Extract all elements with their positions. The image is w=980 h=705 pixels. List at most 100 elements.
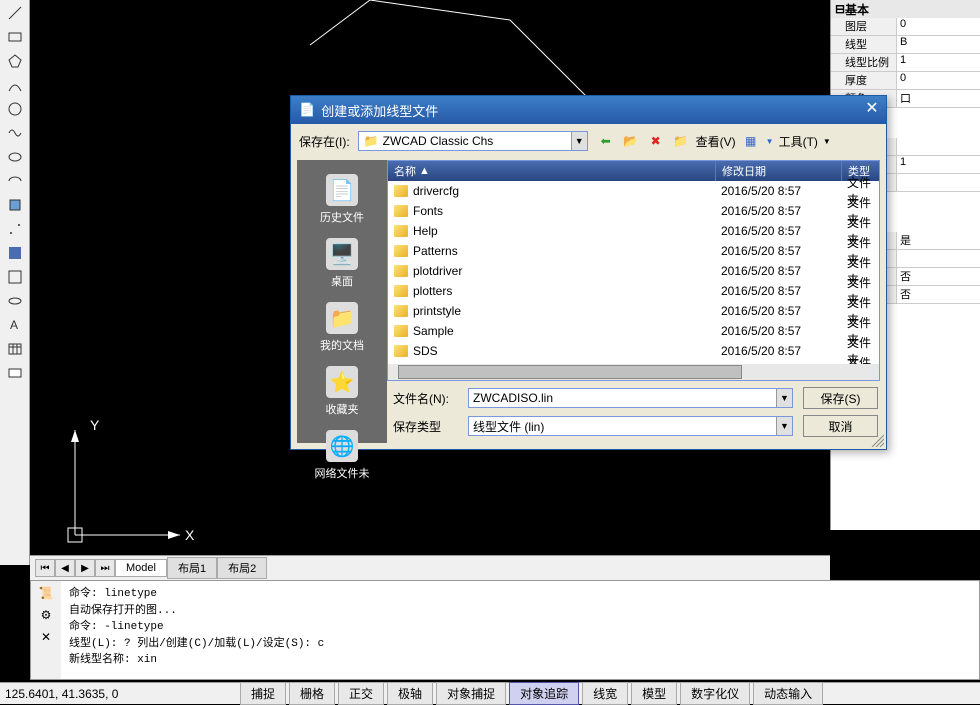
ellipse-tool[interactable]: [3, 146, 27, 168]
pentagon-tool[interactable]: [3, 50, 27, 72]
status-toggle-0[interactable]: 捕捉: [240, 682, 286, 705]
view-grid-icon[interactable]: ▦: [741, 131, 761, 151]
circle-tool[interactable]: [3, 98, 27, 120]
nav-location-item[interactable]: 📁我的文档: [316, 298, 368, 357]
status-toggle-7[interactable]: 模型: [631, 682, 677, 705]
prop-value[interactable]: 否: [896, 268, 980, 285]
point-tool[interactable]: [3, 218, 27, 240]
nav-location-item[interactable]: 🖥️桌面: [322, 234, 362, 293]
prop-value[interactable]: [896, 174, 980, 191]
mtext-tool[interactable]: [3, 362, 27, 384]
status-toggle-8[interactable]: 数字化仪: [680, 682, 750, 705]
dialog-title-bar[interactable]: 📄 创建或添加线型文件 ✕: [291, 96, 886, 124]
dialog-close-button[interactable]: ✕: [862, 100, 882, 120]
filename-label: 文件名(N):: [393, 390, 458, 407]
file-list[interactable]: 名称 ▲ 修改日期 类型 drivercfg2016/5/20 8:57文件夹F…: [387, 160, 880, 381]
status-toggle-9[interactable]: 动态输入: [753, 682, 823, 705]
status-toggle-5[interactable]: 对象追踪: [509, 682, 579, 705]
prop-value[interactable]: 否: [896, 286, 980, 303]
view-menu[interactable]: 查看(V): [696, 133, 736, 150]
nav-location-item[interactable]: ⭐收藏夹: [322, 362, 363, 421]
prop-value[interactable]: B: [896, 36, 980, 53]
cmd-icons: 📜 ⚙ ✕: [31, 581, 61, 679]
file-row[interactable]: plotdriver2016/5/20 8:57文件夹: [388, 261, 879, 281]
spline-tool[interactable]: [3, 122, 27, 144]
tab-layout2[interactable]: 布局2: [217, 557, 267, 579]
scrollbar-thumb[interactable]: [398, 365, 742, 379]
status-toggle-2[interactable]: 正交: [338, 682, 384, 705]
property-row[interactable]: 线型比例1: [831, 54, 980, 72]
prop-value[interactable]: 1: [896, 156, 980, 173]
tools-dropdown-icon[interactable]: ▼: [823, 137, 831, 146]
command-log[interactable]: 命令: linetype 自动保存打开的图... 命令: -linetype 线…: [61, 581, 979, 679]
tab-next[interactable]: ▶: [75, 559, 95, 577]
delete-icon[interactable]: ✖: [646, 131, 666, 151]
tab-prev[interactable]: ◀: [55, 559, 75, 577]
view-dropdown-icon[interactable]: ▼: [766, 137, 774, 146]
ellipse-arc-tool[interactable]: [3, 170, 27, 192]
property-row[interactable]: 图层0: [831, 18, 980, 36]
file-row[interactable]: Patterns2016/5/20 8:57文件夹: [388, 241, 879, 261]
up-icon[interactable]: 📂: [621, 131, 641, 151]
rect-tool[interactable]: [3, 26, 27, 48]
dropdown-icon[interactable]: ▼: [776, 389, 792, 407]
dropdown-icon[interactable]: ▼: [776, 417, 792, 435]
tab-model[interactable]: Model: [115, 559, 167, 577]
tab-first[interactable]: ⏮: [35, 559, 55, 577]
hatch-tool[interactable]: [3, 242, 27, 264]
nav-location-item[interactable]: 🌐网络文件未: [311, 426, 374, 485]
col-name[interactable]: 名称 ▲: [388, 161, 715, 181]
file-date: 2016/5/20 8:57: [715, 184, 841, 198]
cmd-line: 命令: linetype: [69, 586, 971, 603]
file-row[interactable]: Fonts2016/5/20 8:57文件夹: [388, 201, 879, 221]
new-folder-icon[interactable]: 📁: [671, 131, 691, 151]
prop-value[interactable]: 口: [896, 90, 980, 107]
region-tool[interactable]: [3, 290, 27, 312]
arc-tool[interactable]: [3, 74, 27, 96]
save-in-combo[interactable]: 📁 ZWCAD Classic Chs ▼: [358, 131, 588, 151]
file-row[interactable]: printstyle2016/5/20 8:57文件夹: [388, 301, 879, 321]
prop-value[interactable]: [896, 250, 980, 267]
horizontal-scrollbar[interactable]: [388, 364, 879, 380]
file-row[interactable]: Sample2016/5/20 8:57文件夹: [388, 321, 879, 341]
prop-key: 线型: [831, 36, 896, 53]
prop-value[interactable]: 0: [896, 72, 980, 89]
tab-layout1[interactable]: 布局1: [167, 557, 217, 579]
folder-icon: [394, 345, 408, 357]
nav-location-item[interactable]: 📄历史文件: [316, 170, 368, 229]
property-row[interactable]: 厚度0: [831, 72, 980, 90]
prop-value[interactable]: 1: [896, 54, 980, 71]
property-row[interactable]: 线型B: [831, 36, 980, 54]
cmd-close-icon[interactable]: ✕: [41, 630, 51, 644]
prop-value[interactable]: 0: [896, 18, 980, 35]
status-toggle-4[interactable]: 对象捕捉: [436, 682, 506, 705]
file-row[interactable]: plotters2016/5/20 8:57文件夹: [388, 281, 879, 301]
cancel-button[interactable]: 取消: [803, 415, 878, 437]
status-toggle-3[interactable]: 极轴: [387, 682, 433, 705]
tab-last[interactable]: ⏭: [95, 559, 115, 577]
file-date: 2016/5/20 8:57: [715, 264, 841, 278]
back-icon[interactable]: ⬅: [596, 131, 616, 151]
status-toggle-6[interactable]: 线宽: [582, 682, 628, 705]
cmd-options-icon[interactable]: ⚙: [41, 608, 52, 622]
filename-input[interactable]: ZWCADISO.lin ▼: [468, 388, 793, 408]
file-date: 2016/5/20 8:57: [715, 224, 841, 238]
gradient-tool[interactable]: [3, 266, 27, 288]
text-tool[interactable]: A: [3, 314, 27, 336]
file-row[interactable]: Help2016/5/20 8:57文件夹: [388, 221, 879, 241]
file-row[interactable]: drivercfg2016/5/20 8:57文件夹: [388, 181, 879, 201]
file-row[interactable]: SDS2016/5/20 8:57文件夹: [388, 341, 879, 361]
resize-grip[interactable]: [870, 433, 884, 447]
col-date[interactable]: 修改日期: [715, 161, 841, 181]
prop-value[interactable]: [896, 138, 980, 155]
ref-tool[interactable]: [3, 194, 27, 216]
save-button[interactable]: 保存(S): [803, 387, 878, 409]
tools-menu[interactable]: 工具(T): [779, 133, 818, 150]
prop-section-basic[interactable]: ⊟ 基本: [831, 0, 980, 18]
prop-value[interactable]: 是: [896, 232, 980, 249]
filetype-combo[interactable]: 线型文件 (lin) ▼: [468, 416, 793, 436]
status-toggle-1[interactable]: 栅格: [289, 682, 335, 705]
table-tool[interactable]: [3, 338, 27, 360]
line-tool[interactable]: [3, 2, 27, 24]
cmd-history-icon[interactable]: 📜: [39, 586, 54, 600]
